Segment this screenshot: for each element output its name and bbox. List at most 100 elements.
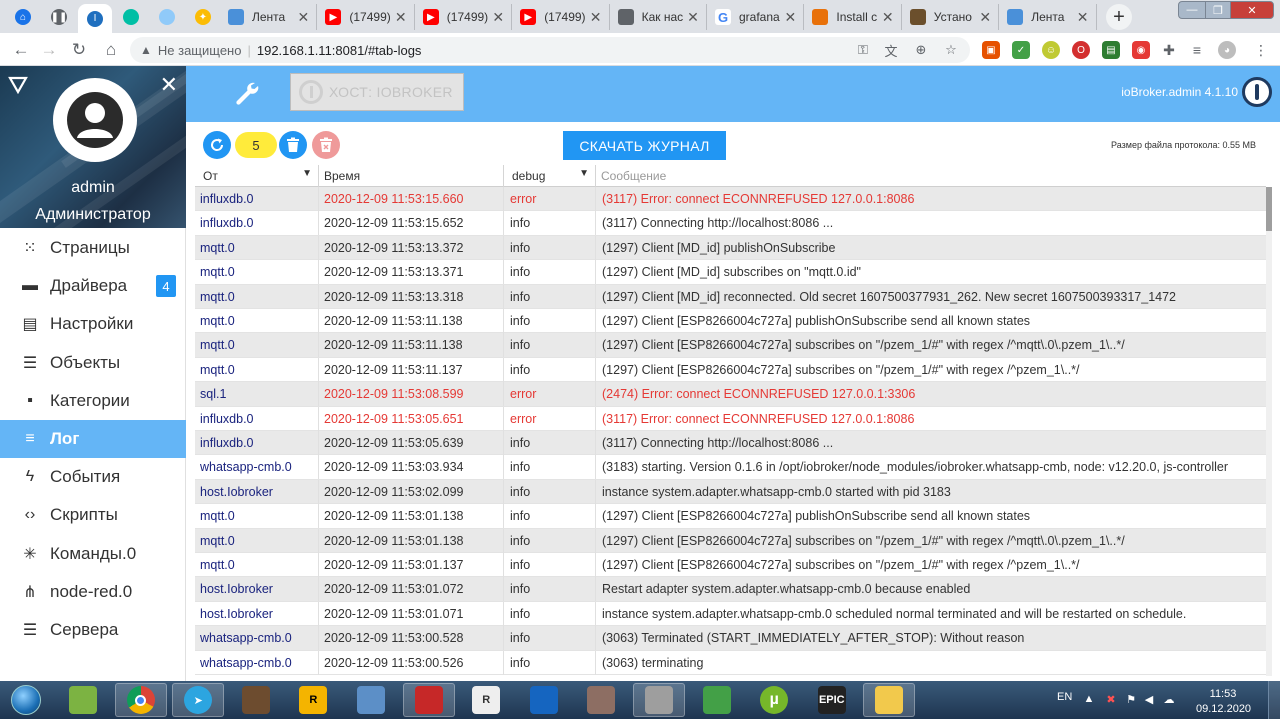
close-tab-icon[interactable]: ✕ <box>783 9 797 26</box>
restore-button[interactable]: ❐ <box>1205 1 1231 19</box>
sidebar-item-11[interactable]: ☰ Сервера <box>0 611 186 649</box>
key-icon[interactable]: ⚿ <box>852 37 874 63</box>
url-input[interactable]: ▲ Не защищено | 192.168.1.11:8081/#tab-l… <box>130 37 970 63</box>
browser-tab[interactable]: Install c ✕ <box>806 4 902 30</box>
pinned-tab-home[interactable]: ⌂ <box>6 4 40 30</box>
extension-camera-icon[interactable]: ▤ <box>1102 41 1120 59</box>
extension-smile-icon[interactable]: ☺ <box>1042 41 1060 59</box>
speaker-icon[interactable]: ◀ <box>1142 692 1156 706</box>
taskbar-app[interactable] <box>230 683 282 717</box>
security-status[interactable]: Не защищено <box>158 43 242 58</box>
minimize-button[interactable]: — <box>1178 1 1206 19</box>
download-log-button[interactable]: СКАЧАТЬ ЖУРНАЛ <box>563 131 726 160</box>
new-tab-button[interactable]: + <box>1106 4 1132 30</box>
scrollbar-thumb[interactable] <box>1266 187 1272 231</box>
google-icon: G <box>715 9 731 25</box>
close-tab-icon[interactable]: ✕ <box>1076 9 1090 26</box>
close-tab-icon[interactable]: ✕ <box>978 9 992 26</box>
flag-icon[interactable]: ⚑ <box>1124 692 1138 706</box>
show-desktop-button[interactable] <box>1268 681 1280 719</box>
taskbar-app[interactable] <box>518 683 570 717</box>
translate-icon[interactable]: 文 <box>880 37 902 63</box>
pinned-tab-chat[interactable] <box>114 4 148 30</box>
clear-log-button[interactable] <box>279 131 307 159</box>
taskbar-app[interactable] <box>345 683 397 717</box>
browser-tab[interactable]: ▶ (17499) ✕ <box>417 4 513 30</box>
from-filter-select[interactable]: От ▼ <box>195 165 319 187</box>
sidebar-item-1[interactable]: ⁙ Страницы <box>0 229 186 267</box>
taskbar-app[interactable] <box>863 683 916 717</box>
sidebar-item-5[interactable]: ▪ Категории <box>0 382 186 420</box>
taskbar-app[interactable] <box>114 683 167 717</box>
browser-tab[interactable]: ▶ (17499) ✕ <box>514 4 610 30</box>
bookmark-star-icon[interactable]: ☆ <box>940 37 962 63</box>
browser-tab[interactable]: ▶ (17499) ✕ <box>319 4 415 30</box>
close-tab-icon[interactable]: ✕ <box>881 9 895 26</box>
close-tab-icon[interactable]: ✕ <box>296 9 310 26</box>
reload-button[interactable]: ↻ <box>66 37 92 63</box>
sidebar-item-10[interactable]: ⋔ node-red.0 <box>0 573 186 611</box>
start-button[interactable] <box>6 683 46 717</box>
taskbar-app[interactable]: µ <box>748 683 800 717</box>
close-window-button[interactable]: ✕ <box>1230 1 1274 19</box>
browser-menu-icon[interactable]: ⋮ <box>1252 41 1270 59</box>
menu-toggle-icon[interactable] <box>8 76 28 94</box>
profile-avatar-icon[interactable]: ◕ <box>1218 41 1236 59</box>
pinned-tab-iobroker-active[interactable]: I <box>78 4 112 33</box>
log-scrollbar[interactable] <box>1266 187 1272 676</box>
close-tab-icon[interactable]: ✕ <box>686 9 700 26</box>
network-error-icon[interactable]: ✖ <box>1104 692 1118 706</box>
browser-tab[interactable]: Ggrafana ✕ <box>709 4 805 30</box>
taskbar-app[interactable] <box>691 683 743 717</box>
host-selector[interactable]: ХОСТ: IOBROKER <box>290 73 464 111</box>
sidebar-item-7[interactable]: ϟ События <box>0 458 186 496</box>
extension-record-icon[interactable]: ◉ <box>1132 41 1150 59</box>
home-button[interactable]: ⌂ <box>98 37 124 63</box>
pinned-tab-google-plus[interactable]: ✦ <box>186 4 220 30</box>
pinned-tab-pause[interactable]: ❚❚ <box>42 4 76 30</box>
zoom-icon[interactable]: ⊕ <box>910 37 932 63</box>
sidebar-item-6[interactable]: ≡ Лог <box>0 420 186 458</box>
taskbar-app[interactable] <box>402 683 455 717</box>
system-clock[interactable]: 11:53 09.12.2020 <box>1196 687 1251 717</box>
sidebar-item-4[interactable]: ☰ Объекты <box>0 344 186 382</box>
extension-shop-icon[interactable]: ▣ <box>982 41 1000 59</box>
taskbar-app[interactable]: EPIC <box>806 683 858 717</box>
wrench-icon[interactable] <box>234 80 260 106</box>
back-button[interactable]: ← <box>8 37 34 63</box>
tray-chevron-icon[interactable]: ▲ <box>1082 692 1096 706</box>
media-control-icon[interactable]: ≡ <box>1188 41 1206 59</box>
taskbar-app[interactable] <box>575 683 627 717</box>
extensions-puzzle-icon[interactable]: ✚ <box>1160 41 1178 59</box>
severity-filter-select[interactable]: debug ▼ <box>504 165 596 187</box>
close-tab-icon[interactable]: ✕ <box>491 9 505 26</box>
sidebar-item-8[interactable]: ‹› Скрипты <box>0 496 186 534</box>
sidebar-item-2[interactable]: ▬ Драйвера 4 <box>0 267 186 305</box>
close-tab-icon[interactable]: ✕ <box>394 9 408 26</box>
taskbar-app[interactable]: ➤ <box>172 683 225 717</box>
epic-games-label: EPIC <box>818 694 845 706</box>
taskbar-app[interactable] <box>633 683 685 717</box>
browser-tab[interactable]: Устано ✕ <box>904 4 1000 30</box>
taskbar-app[interactable]: R <box>460 683 512 717</box>
message-filter-input[interactable]: Сообщение <box>596 165 1266 187</box>
new-entries-count[interactable]: 5 <box>235 132 277 158</box>
browser-tab[interactable]: Лента ✕ <box>1001 4 1097 30</box>
refresh-button[interactable] <box>203 131 231 159</box>
extension-shield-icon[interactable]: ✓ <box>1012 41 1030 59</box>
delete-log-file-button[interactable] <box>312 131 340 159</box>
browser-tab[interactable]: Лента ✕ <box>222 4 318 30</box>
language-indicator[interactable]: EN <box>1057 691 1072 703</box>
sidebar-item-3[interactable]: ▤ Настройки <box>0 305 186 343</box>
extension-opera-icon[interactable]: O <box>1072 41 1090 59</box>
taskbar-app[interactable] <box>57 683 109 717</box>
forward-button[interactable]: → <box>36 37 62 63</box>
pinned-tab-cloud[interactable] <box>150 4 184 30</box>
sidebar-item-9[interactable]: ✳ Команды.0 <box>0 535 186 573</box>
browser-tab[interactable]: Как нас ✕ <box>612 4 707 30</box>
lightning-icon: ϟ <box>25 468 35 486</box>
close-tab-icon[interactable]: ✕ <box>589 9 603 26</box>
taskbar-app[interactable]: R <box>287 683 339 717</box>
sync-icon[interactable]: ☁ <box>1162 692 1176 706</box>
close-sidebar-icon[interactable]: ✕ <box>160 74 178 96</box>
